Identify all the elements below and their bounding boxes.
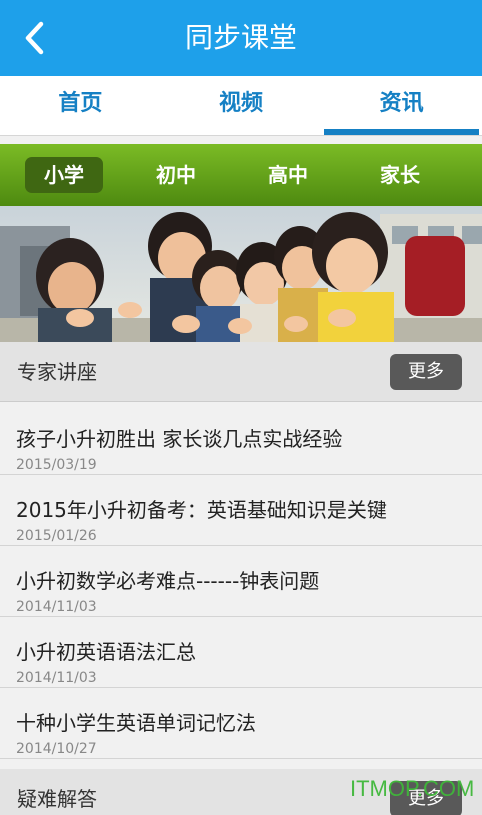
more-button[interactable]: 更多 (390, 354, 462, 390)
section-title: 疑难解答 (17, 787, 97, 811)
segment-primary[interactable]: 小学 (25, 157, 103, 193)
news-date: 2015/01/26 (16, 528, 97, 544)
list-item[interactable]: 小升初数学必考难点------钟表问题 2014/11/03 (0, 546, 482, 617)
news-title: 孩子小升初胜出 家长谈几点实战经验 (16, 427, 343, 451)
news-title: 2015年小升初备考：英语基础知识是关键 (16, 498, 387, 522)
news-date: 2015/03/19 (16, 457, 97, 473)
back-button[interactable] (14, 16, 54, 60)
news-title: 小升初数学必考难点------钟表问题 (16, 569, 320, 593)
list-item[interactable]: 小升初英语语法汇总 2014/11/03 (0, 617, 482, 688)
section-expert-lectures: 专家讲座 更多 (0, 342, 482, 402)
tab-home[interactable]: 首页 (0, 76, 161, 135)
segment-junior-high[interactable]: 初中 (137, 157, 215, 193)
banner-image[interactable] (0, 206, 482, 342)
children-photo (0, 206, 482, 342)
news-title: 十种小学生英语单词记忆法 (16, 711, 256, 735)
news-date: 2014/11/03 (16, 599, 97, 615)
news-date: 2014/11/03 (16, 670, 97, 686)
list-item[interactable]: 十种小学生英语单词记忆法 2014/10/27 (0, 688, 482, 759)
section-title: 专家讲座 (17, 360, 97, 384)
news-date: 2014/10/27 (16, 741, 97, 757)
tab-news[interactable]: 资讯 (321, 76, 482, 135)
list-item[interactable]: 2015年小升初备考：英语基础知识是关键 2015/01/26 (0, 475, 482, 546)
list-item[interactable]: 孩子小升初胜出 家长谈几点实战经验 2015/03/19 (0, 404, 482, 475)
news-list: 孩子小升初胜出 家长谈几点实战经验 2015/03/19 2015年小升初备考：… (0, 404, 482, 759)
segment-parents[interactable]: 家长 (361, 157, 439, 193)
segment-senior-high[interactable]: 高中 (249, 157, 327, 193)
chevron-left-icon (25, 21, 44, 55)
grade-segment-bar: 小学 初中 高中 家长 (0, 144, 482, 206)
tab-video[interactable]: 视频 (161, 76, 322, 135)
title-bar: 同步课堂 (0, 0, 482, 76)
watermark: ITMOP.COM (350, 776, 475, 801)
app-screen: 同步课堂 首页 视频 资讯 小学 初中 高中 家长 专家讲座 更多 孩子小升初胜… (0, 0, 482, 815)
top-tabs: 首页 视频 资讯 (0, 76, 482, 136)
news-title: 小升初英语语法汇总 (16, 640, 196, 664)
page-title: 同步课堂 (184, 21, 297, 54)
